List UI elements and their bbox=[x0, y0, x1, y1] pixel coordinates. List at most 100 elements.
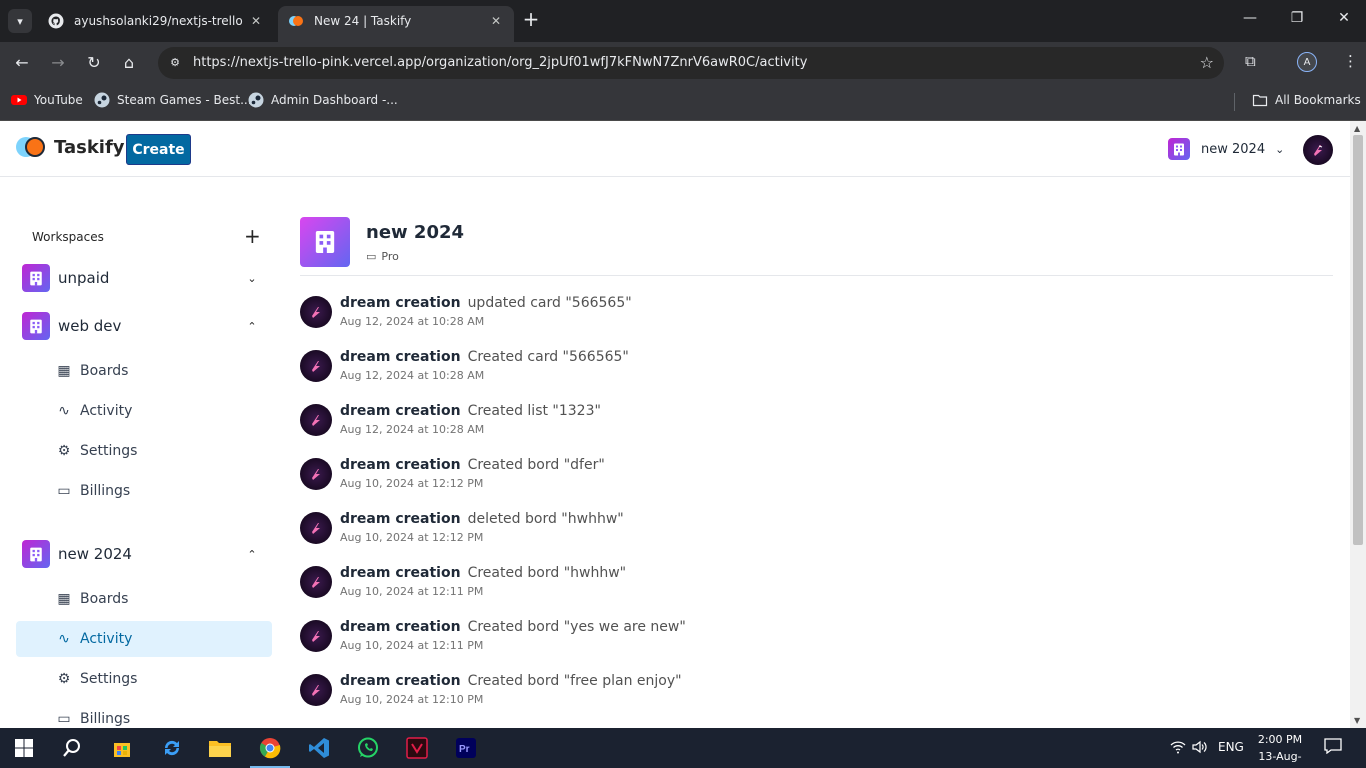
browser-tab-bar: ▾ ayushsolanki29/nextjs-trello ✕ New 24 … bbox=[0, 0, 1366, 42]
user-avatar bbox=[300, 296, 332, 328]
activity-user: dream creation bbox=[340, 565, 461, 581]
activity-item: dream creation Created list "1323" Aug 12… bbox=[300, 403, 601, 443]
user-avatar bbox=[300, 674, 332, 706]
bookmark-youtube[interactable]: YouTube bbox=[11, 92, 83, 108]
sidebar-item-billings[interactable]: ▭ Billings bbox=[16, 701, 272, 728]
url-text[interactable]: https://nextjs-trello-pink.vercel.app/or… bbox=[193, 55, 807, 70]
new-tab-button[interactable]: + bbox=[520, 9, 542, 31]
tab-close-icon[interactable]: ✕ bbox=[248, 14, 264, 28]
user-avatar bbox=[300, 620, 332, 652]
reload-icon[interactable]: ↻ bbox=[83, 52, 105, 74]
extensions-icon[interactable]: ⧉ bbox=[1245, 52, 1256, 70]
chevron-down-icon: ⌄ bbox=[247, 271, 257, 285]
activity-user: dream creation bbox=[340, 295, 461, 311]
sidebar-item-label: Activity bbox=[80, 403, 133, 419]
premiere-pro-icon[interactable]: Pr bbox=[452, 734, 480, 762]
tab-title: ayushsolanki29/nextjs-trello bbox=[74, 14, 243, 28]
activity-item: dream creation updated card "566565" Aug … bbox=[300, 295, 632, 335]
volume-icon[interactable] bbox=[1192, 740, 1208, 757]
credit-card-icon: ▭ bbox=[366, 250, 377, 263]
sidebar-item-billings[interactable]: ▭ Billings bbox=[16, 473, 272, 509]
system-clock[interactable]: 2:00 PM 13-Aug-24 bbox=[1252, 731, 1308, 768]
sidebar-item-settings[interactable]: ⚙ Settings bbox=[16, 433, 272, 469]
bookmark-star-icon[interactable]: ☆ bbox=[1200, 53, 1214, 72]
tab-title: New 24 | Taskify bbox=[314, 14, 412, 28]
activity-time: Aug 12, 2024 at 10:28 AM bbox=[340, 423, 485, 436]
bookmarks-bar: YouTube Steam Games - Best... Admin Dash… bbox=[0, 84, 1366, 121]
search-icon[interactable] bbox=[58, 734, 86, 762]
add-workspace-button[interactable]: + bbox=[244, 224, 261, 248]
bookmarks-divider bbox=[1234, 93, 1235, 111]
forward-icon[interactable]: → bbox=[47, 52, 69, 74]
sidebar-item-activity-active[interactable]: ∿ Activity bbox=[16, 621, 272, 657]
file-explorer-icon[interactable] bbox=[206, 734, 234, 762]
activity-item: dream creation Created bord "hwhhw" Aug 1… bbox=[300, 565, 626, 605]
plan-label: Pro bbox=[381, 250, 399, 263]
notifications-icon[interactable] bbox=[1324, 738, 1342, 757]
logo-text: Taskify bbox=[54, 136, 125, 158]
taskify-app: Taskify Create new 2024 ⌄ Workspaces + u… bbox=[0, 121, 1350, 728]
all-bookmarks[interactable]: All Bookmarks bbox=[1252, 92, 1361, 108]
activity-action: Created bord "dfer" bbox=[467, 457, 605, 473]
restore-icon[interactable]: ❐ bbox=[1287, 10, 1307, 26]
user-avatar bbox=[300, 458, 332, 490]
menu-icon[interactable]: ⋮ bbox=[1343, 52, 1358, 70]
sync-icon[interactable] bbox=[158, 734, 186, 762]
taskify-logo[interactable]: Taskify bbox=[16, 136, 125, 158]
activity-time: Aug 10, 2024 at 12:10 PM bbox=[340, 693, 484, 706]
window-close-icon[interactable]: ✕ bbox=[1334, 10, 1354, 26]
sidebar-org-new-2024[interactable]: new 2024 ⌃ bbox=[22, 539, 262, 569]
chevron-up-icon: ⌃ bbox=[247, 319, 257, 333]
wifi-icon[interactable] bbox=[1170, 740, 1186, 757]
scroll-down-icon[interactable]: ▼ bbox=[1354, 716, 1360, 725]
youtube-icon bbox=[11, 95, 27, 105]
page-scrollbar[interactable]: ▲ ▼ bbox=[1350, 121, 1366, 728]
workspaces-heading: Workspaces bbox=[32, 230, 104, 244]
chrome-icon[interactable] bbox=[250, 734, 290, 768]
sidebar-item-label: Billings bbox=[80, 483, 131, 499]
tab-close-icon[interactable]: ✕ bbox=[488, 14, 504, 28]
activity-action: Created bord "free plan enjoy" bbox=[467, 673, 682, 689]
bookmark-label: Admin Dashboard -... bbox=[271, 93, 398, 107]
tab-taskify[interactable]: New 24 | Taskify ✕ bbox=[278, 6, 514, 42]
activity-item: dream creation Created bord "free plan en… bbox=[300, 673, 682, 713]
app-red-icon[interactable] bbox=[403, 734, 431, 762]
sidebar-item-activity[interactable]: ∿ Activity bbox=[16, 393, 272, 429]
minimize-icon[interactable]: — bbox=[1240, 10, 1260, 26]
sidebar-org-unpaid[interactable]: unpaid ⌄ bbox=[22, 263, 262, 293]
scrollbar-thumb[interactable] bbox=[1353, 135, 1363, 545]
org-label: unpaid bbox=[58, 269, 110, 287]
tab-github[interactable]: ayushsolanki29/nextjs-trello ✕ bbox=[38, 6, 274, 36]
bookmark-steam[interactable]: Steam Games - Best... bbox=[94, 92, 252, 108]
sidebar-item-label: Activity bbox=[80, 631, 133, 647]
user-avatar[interactable] bbox=[1303, 135, 1333, 165]
org-label: web dev bbox=[58, 317, 122, 335]
scroll-up-icon[interactable]: ▲ bbox=[1354, 124, 1360, 133]
activity-time: Aug 10, 2024 at 12:12 PM bbox=[340, 477, 484, 490]
org-logo-building-icon bbox=[300, 217, 350, 267]
back-icon[interactable]: ← bbox=[11, 52, 33, 74]
sidebar-org-web-dev[interactable]: web dev ⌃ bbox=[22, 311, 262, 341]
address-bar[interactable]: ⚙ https://nextjs-trello-pink.vercel.app/… bbox=[158, 47, 1224, 79]
organization-switcher[interactable]: new 2024 ⌄ bbox=[1168, 138, 1284, 160]
windows-start-icon[interactable] bbox=[10, 734, 38, 762]
activity-user: dream creation bbox=[340, 511, 461, 527]
language-indicator[interactable]: ENG bbox=[1218, 740, 1244, 754]
activity-item: dream creation deleted bord "hwhhw" Aug 1… bbox=[300, 511, 624, 551]
clock-date: 13-Aug-24 bbox=[1258, 750, 1302, 768]
user-avatar bbox=[300, 512, 332, 544]
home-icon[interactable]: ⌂ bbox=[118, 52, 140, 74]
sidebar-item-boards[interactable]: ▦ Boards bbox=[16, 353, 272, 389]
profile-avatar[interactable]: A bbox=[1297, 52, 1317, 72]
store-icon[interactable] bbox=[108, 734, 136, 762]
create-button[interactable]: Create bbox=[126, 134, 191, 165]
sidebar-item-settings[interactable]: ⚙ Settings bbox=[16, 661, 272, 697]
vscode-icon[interactable] bbox=[305, 734, 333, 762]
bookmark-admin-dashboard[interactable]: Admin Dashboard -... bbox=[248, 92, 398, 108]
sidebar-item-boards[interactable]: ▦ Boards bbox=[16, 581, 272, 617]
whatsapp-icon[interactable] bbox=[354, 734, 382, 762]
tab-search-chevron-icon[interactable]: ▾ bbox=[8, 9, 32, 33]
site-info-icon[interactable]: ⚙ bbox=[166, 54, 184, 72]
layout-icon: ▦ bbox=[57, 591, 71, 607]
org-header: new 2024 ▭ Pro bbox=[300, 217, 1333, 277]
